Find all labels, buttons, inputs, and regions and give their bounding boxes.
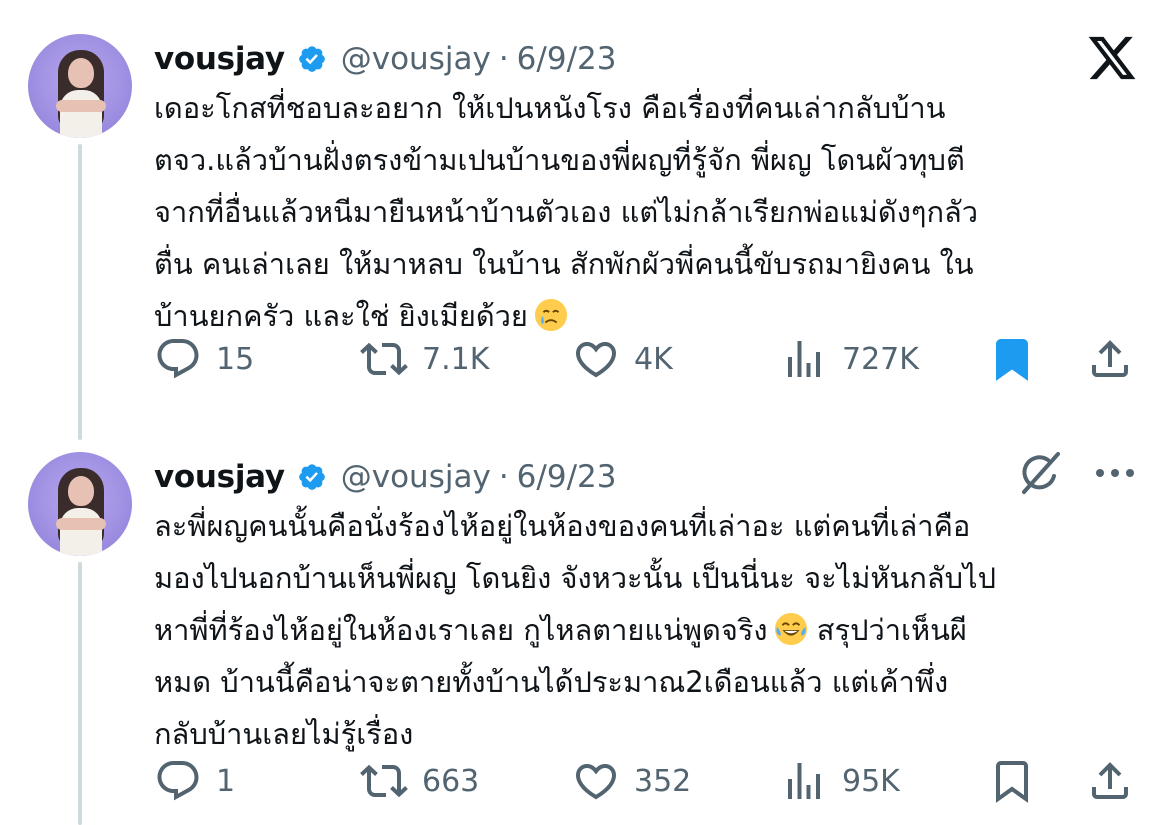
more-options-icon[interactable] <box>1092 463 1138 483</box>
tweet-text-line: กลับบ้านเลยไม่รู้เรื่อง <box>154 717 414 751</box>
tweet-text-line: ตจว.แล้วบ้านฝั่งตรงข้ามเปนบ้านของพี่ผญที… <box>154 143 965 177</box>
repost-icon <box>360 342 408 376</box>
separator: · <box>498 41 509 77</box>
tweet-date[interactable]: 6/9/23 <box>517 459 617 495</box>
like-button[interactable]: 352 <box>572 756 691 806</box>
separator: · <box>498 459 509 495</box>
tweet-text-line: เดอะโกสที่ชอบละอยาก ให้เปนหนังโรง คือเรื… <box>154 91 946 125</box>
author-name[interactable]: vousjay <box>154 41 285 77</box>
views-icon <box>788 341 820 377</box>
views-icon <box>788 763 820 799</box>
like-count: 4K <box>634 341 673 377</box>
crying-face-emoji <box>534 296 568 332</box>
views-count: 727K <box>842 341 919 377</box>
tweet[interactable]: vousjay @vousjay · 6/9/23 ละพี่ผญคนนั้นค… <box>0 452 1169 825</box>
repost-icon <box>360 764 408 798</box>
thread-view: vousjay @vousjay · 6/9/23 เดอะโกสที่ชอบล… <box>0 0 1169 825</box>
verified-badge-icon <box>297 462 327 492</box>
tweet-text-segment: หาพี่ที่ร้องไห้อยู่ในห้องเราเลย กูไหลตาย… <box>154 613 768 647</box>
author-handle[interactable]: @vousjay <box>341 459 491 495</box>
heart-icon <box>575 764 617 800</box>
views-button[interactable]: 727K <box>780 334 919 384</box>
views-button[interactable]: 95K <box>780 756 900 806</box>
reply-count: 15 <box>216 341 255 377</box>
reply-button[interactable]: 1 <box>154 756 235 806</box>
tweet-date[interactable]: 6/9/23 <box>517 41 617 77</box>
share-button[interactable] <box>1086 756 1134 806</box>
repost-count: 663 <box>422 763 480 799</box>
like-count: 352 <box>634 763 692 799</box>
repost-button[interactable]: 7.1K <box>360 334 489 384</box>
share-icon <box>1092 340 1128 377</box>
reply-count: 1 <box>216 763 236 799</box>
reply-icon <box>157 339 199 379</box>
author-name[interactable]: vousjay <box>154 459 285 495</box>
tweet-actions: 1 663 352 95K <box>154 756 1144 806</box>
reply-button[interactable]: 15 <box>154 334 254 384</box>
tweet-header: vousjay @vousjay · 6/9/23 <box>154 454 616 500</box>
bookmark-filled-icon <box>996 339 1028 381</box>
tweet-header: vousjay @vousjay · 6/9/23 <box>154 36 616 82</box>
tweet-text-segment: สรุปว่าเห็นผี <box>807 613 967 647</box>
verified-badge-icon <box>297 44 327 74</box>
like-button[interactable]: 4K <box>572 334 673 384</box>
reply-icon <box>157 761 199 801</box>
avatar[interactable] <box>28 452 132 556</box>
tweet-actions: 15 7.1K 4K 727K <box>154 334 1144 384</box>
repost-count: 7.1K <box>422 341 490 377</box>
tweet-text: เดอะโกสที่ชอบละอยาก ให้เปนหนังโรง คือเรื… <box>154 82 1139 342</box>
views-count: 95K <box>842 763 900 799</box>
repost-button[interactable]: 663 <box>360 756 479 806</box>
tweet-text-line: หมด บ้านนี้คือน่าจะตายทั้งบ้านได้ประมาณ2… <box>154 665 949 699</box>
tweet-text-line: ตื่น คนเล่าเลย ให้มาหลบ ในบ้าน สักพักผัว… <box>154 247 974 281</box>
heart-icon <box>575 342 617 378</box>
tweet-text-segment: บ้านยกครัว และใช่ ยิงเมียด้วย <box>154 299 528 333</box>
bookmark-icon <box>996 761 1028 803</box>
tweet-text-line: จากที่อื่นแล้วหนีมายืนหน้าบ้านตัวเอง แต่… <box>154 195 979 229</box>
share-icon <box>1092 762 1128 799</box>
grok-icon[interactable] <box>1014 448 1064 498</box>
tears-of-joy-emoji <box>774 610 808 646</box>
bookmark-button[interactable] <box>988 756 1036 806</box>
tweet-text-line: มองไปนอกบ้านเห็นพี่ผญ โดนยิง จังหวะนั้น … <box>154 561 997 595</box>
tweet-text: ละพี่ผญคนนั้นคือนั่งร้องไห้อยู่ในห้องของ… <box>154 500 1139 760</box>
share-button[interactable] <box>1086 334 1134 384</box>
tweet-text-line: หาพี่ที่ร้องไห้อยู่ในห้องเราเลย กูไหลตาย… <box>154 604 1139 656</box>
bookmark-button[interactable] <box>988 334 1036 384</box>
tweet-text-line: ละพี่ผญคนนั้นคือนั่งร้องไห้อยู่ในห้องของ… <box>154 509 971 543</box>
tweet[interactable]: vousjay @vousjay · 6/9/23 เดอะโกสที่ชอบล… <box>0 34 1169 404</box>
avatar[interactable] <box>28 34 132 138</box>
author-handle[interactable]: @vousjay <box>341 41 491 77</box>
